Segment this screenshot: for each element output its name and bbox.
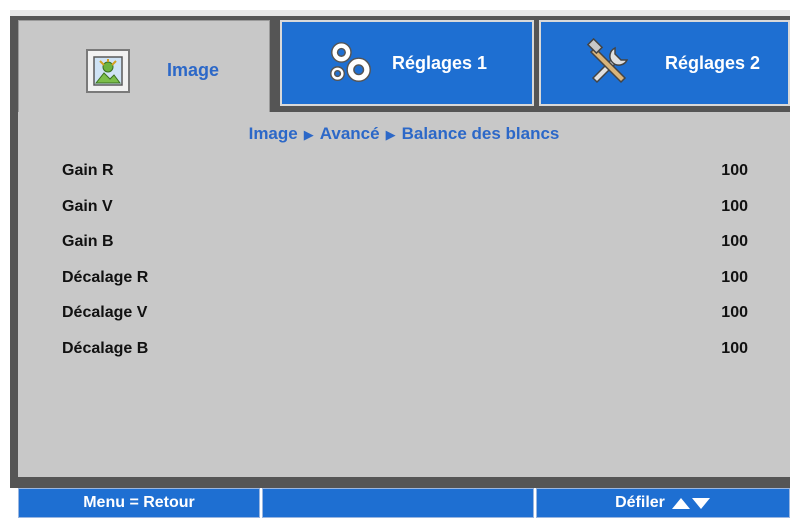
setting-row-decalage-b[interactable]: Décalage B 100 xyxy=(62,337,748,361)
setting-row-gain-r[interactable]: Gain R 100 xyxy=(62,159,748,183)
up-down-arrows-icon xyxy=(671,496,711,510)
setting-value: 100 xyxy=(721,340,748,357)
setting-label: Gain V xyxy=(62,198,113,215)
frame-bottom-bar xyxy=(10,478,790,488)
setting-label: Décalage R xyxy=(62,269,149,286)
breadcrumb-item-balance: Balance des blancs xyxy=(401,124,560,143)
setting-label: Gain B xyxy=(62,233,114,250)
footer-scroll-label: Défiler xyxy=(615,494,665,511)
breadcrumb: Image ▶ Avancé ▶ Balance des blancs xyxy=(18,124,790,144)
setting-label: Décalage V xyxy=(62,304,148,321)
setting-value: 100 xyxy=(721,269,748,286)
tab-image-label: Image xyxy=(167,60,220,80)
gears-icon xyxy=(326,38,376,88)
setting-label: Décalage B xyxy=(62,340,149,357)
setting-label: Gain R xyxy=(62,162,114,179)
setting-row-decalage-v[interactable]: Décalage V 100 xyxy=(62,301,748,325)
content-panel: Image ▶ Avancé ▶ Balance des blancs Gain R 1… xyxy=(18,112,790,477)
setting-value: 100 xyxy=(721,162,748,179)
footer-middle xyxy=(262,488,534,518)
osd-screen: Image Réglages 1 Réglages 2 Image ▶ Avan… xyxy=(0,0,790,529)
setting-row-decalage-r[interactable]: Décalage R 100 xyxy=(62,266,748,290)
breadcrumb-item-avance: Avancé xyxy=(319,124,380,143)
setting-value: 100 xyxy=(721,198,748,215)
tab-reglages-1[interactable]: Réglages 1 xyxy=(280,20,534,106)
setting-value: 100 xyxy=(721,233,748,250)
tab-image[interactable]: Image xyxy=(18,20,270,120)
footer-back-hint: Menu = Retour xyxy=(18,488,260,518)
breadcrumb-arrow-icon: ▶ xyxy=(303,127,314,142)
setting-value: 100 xyxy=(721,304,748,321)
setting-row-gain-b[interactable]: Gain B 100 xyxy=(62,230,748,254)
tab-reglages-2-label: Réglages 2 xyxy=(665,52,761,73)
tab-reglages-1-label: Réglages 1 xyxy=(392,52,488,73)
setting-row-gain-v[interactable]: Gain V 100 xyxy=(62,195,748,219)
breadcrumb-item-image: Image xyxy=(248,124,298,143)
footer-scroll-hint: Défiler xyxy=(536,488,790,518)
breadcrumb-arrow-icon: ▶ xyxy=(385,127,396,142)
tools-icon xyxy=(585,38,635,88)
footer-back-label: Menu = Retour xyxy=(83,494,195,511)
image-settings-icon xyxy=(83,46,133,96)
tab-reglages-2[interactable]: Réglages 2 xyxy=(539,20,790,106)
